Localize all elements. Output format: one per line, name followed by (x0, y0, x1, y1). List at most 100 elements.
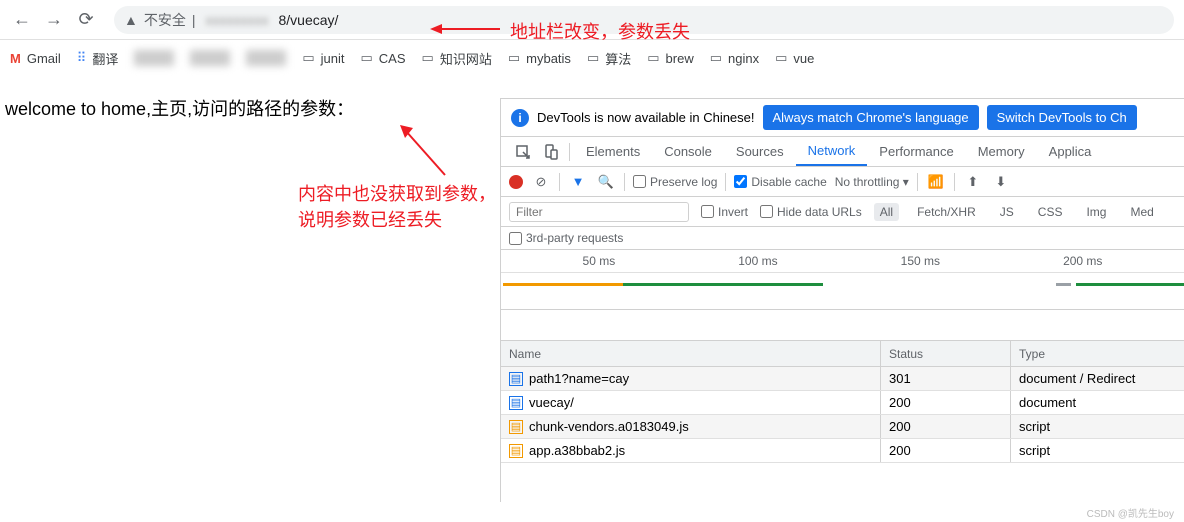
bookmark-folder-cas[interactable]: ▭CAS (361, 50, 406, 66)
bookmark-gmail[interactable]: M Gmail (10, 51, 61, 66)
folder-icon: ▭ (508, 50, 520, 66)
filter-chip-img[interactable]: Img (1080, 203, 1112, 221)
filter-chip-fetch[interactable]: Fetch/XHR (911, 203, 982, 221)
invert-checkbox[interactable]: Invert (701, 205, 748, 219)
table-header: Name Status Type (501, 341, 1184, 367)
filter-chip-media[interactable]: Med (1124, 203, 1159, 221)
annotation-content-lost: 内容中也没获取到参数， 说明参数已经丢失 (298, 180, 496, 232)
col-status[interactable]: Status (881, 341, 1011, 366)
upload-icon[interactable]: ⬆ (963, 172, 983, 192)
timeline-bar (1056, 283, 1071, 286)
timeline-bar (623, 283, 823, 286)
url-path: 8/vuecay/ (279, 12, 339, 28)
separator (917, 173, 918, 191)
folder-icon: ▭ (302, 50, 314, 66)
tab-sources[interactable]: Sources (724, 137, 796, 166)
folder-icon: ▭ (710, 50, 722, 66)
device-icon[interactable] (537, 138, 565, 166)
folder-icon: ▭ (587, 50, 599, 66)
watermark: CSDN @凯先生boy (1087, 505, 1174, 520)
table-row[interactable]: ▤path1?name=cay 301 document / Redirect (501, 367, 1184, 391)
timeline-bars (501, 273, 1184, 303)
translate-icon: ⠿ (77, 50, 87, 66)
separator (559, 173, 560, 191)
third-party-checkbox[interactable]: 3rd-party requests (509, 231, 1176, 245)
security-status: 不安全 (144, 10, 186, 30)
bookmark-folder-nginx[interactable]: ▭nginx (710, 50, 759, 66)
separator (569, 143, 570, 161)
arrow-icon (395, 120, 455, 180)
document-icon: ▤ (509, 372, 523, 386)
filter-row: Invert Hide data URLs All Fetch/XHR JS C… (501, 197, 1184, 227)
url-blurred: xxxxxxxxx (202, 12, 273, 28)
banner-switch-button[interactable]: Switch DevTools to Ch (987, 105, 1137, 130)
banner-match-button[interactable]: Always match Chrome's language (763, 105, 979, 130)
clear-icon[interactable]: ⊘ (531, 172, 551, 192)
separator (954, 173, 955, 191)
bookmark-blurred (134, 50, 174, 66)
gmail-icon: M (10, 51, 21, 66)
inspect-icon[interactable] (509, 138, 537, 166)
table-row[interactable]: ▤app.a38bbab2.js 200 script (501, 439, 1184, 463)
disable-cache-checkbox[interactable]: Disable cache (734, 175, 826, 189)
download-icon[interactable]: ⬇ (991, 172, 1011, 192)
third-party-row: 3rd-party requests (501, 227, 1184, 250)
timeline-bar (503, 283, 623, 286)
url-divider: | (192, 12, 196, 28)
arrow-icon (430, 23, 500, 35)
devtools-panel: i DevTools is now available in Chinese! … (500, 98, 1184, 502)
bookmark-folder-algo[interactable]: ▭算法 (587, 49, 631, 68)
timeline-marks: 50 ms 100 ms 150 ms 200 ms (501, 250, 1184, 273)
reload-button[interactable]: ⟳ (74, 8, 98, 32)
devtools-tabs: Elements Console Sources Network Perform… (501, 137, 1184, 167)
filter-input[interactable] (509, 202, 689, 222)
network-controls: ⊘ ▼ 🔍 Preserve log Disable cache No thro… (501, 167, 1184, 197)
timeline-bar (1076, 283, 1184, 286)
filter-chip-all[interactable]: All (874, 203, 899, 221)
throttling-dropdown[interactable]: No throttling ▾ (835, 175, 909, 189)
bookmark-folder-knowledge[interactable]: ▭知识网站 (422, 49, 492, 68)
tab-performance[interactable]: Performance (867, 137, 965, 166)
network-timeline[interactable]: 50 ms 100 ms 150 ms 200 ms (501, 250, 1184, 310)
back-button[interactable]: ← (10, 8, 34, 32)
tab-memory[interactable]: Memory (966, 137, 1037, 166)
network-table: Name Status Type ▤path1?name=cay 301 doc… (501, 340, 1184, 502)
bookmark-blurred (190, 50, 230, 66)
warning-icon: ▲ (124, 12, 138, 28)
script-icon: ▤ (509, 420, 523, 434)
info-icon: i (511, 109, 529, 127)
col-name[interactable]: Name (501, 341, 881, 366)
bookmark-folder-vue[interactable]: ▭vue (775, 50, 814, 66)
folder-icon: ▭ (647, 50, 659, 66)
table-row[interactable]: ▤vuecay/ 200 document (501, 391, 1184, 415)
filter-chip-js[interactable]: JS (994, 203, 1020, 221)
bookmark-folder-junit[interactable]: ▭junit (302, 50, 344, 66)
tab-elements[interactable]: Elements (574, 137, 652, 166)
bookmark-blurred (246, 50, 286, 66)
filter-icon[interactable]: ▼ (568, 172, 588, 192)
table-row[interactable]: ▤chunk-vendors.a0183049.js 200 script (501, 415, 1184, 439)
filter-chip-css[interactable]: CSS (1032, 203, 1069, 221)
banner-text: DevTools is now available in Chinese! (537, 110, 755, 125)
col-type[interactable]: Type (1011, 341, 1184, 366)
tab-network[interactable]: Network (796, 137, 868, 166)
bookmark-translate[interactable]: ⠿ 翻译 (77, 49, 119, 68)
tab-console[interactable]: Console (652, 137, 724, 166)
page-content-text: welcome to home,主页,访问的路径的参数： (0, 90, 359, 126)
script-icon: ▤ (509, 444, 523, 458)
folder-icon: ▭ (361, 50, 373, 66)
bookmark-folder-brew[interactable]: ▭brew (647, 50, 693, 66)
record-button[interactable] (509, 175, 523, 189)
document-icon: ▤ (509, 396, 523, 410)
tab-application[interactable]: Applica (1037, 137, 1104, 166)
search-icon[interactable]: 🔍 (596, 172, 616, 192)
bookmark-folder-mybatis[interactable]: ▭mybatis (508, 50, 571, 66)
separator (624, 173, 625, 191)
preserve-log-checkbox[interactable]: Preserve log (633, 175, 717, 189)
hide-urls-checkbox[interactable]: Hide data URLs (760, 205, 862, 219)
folder-icon: ▭ (422, 50, 434, 66)
wifi-icon[interactable]: 📶 (926, 172, 946, 192)
devtools-banner: i DevTools is now available in Chinese! … (501, 99, 1184, 137)
forward-button[interactable]: → (42, 8, 66, 32)
separator (725, 173, 726, 191)
